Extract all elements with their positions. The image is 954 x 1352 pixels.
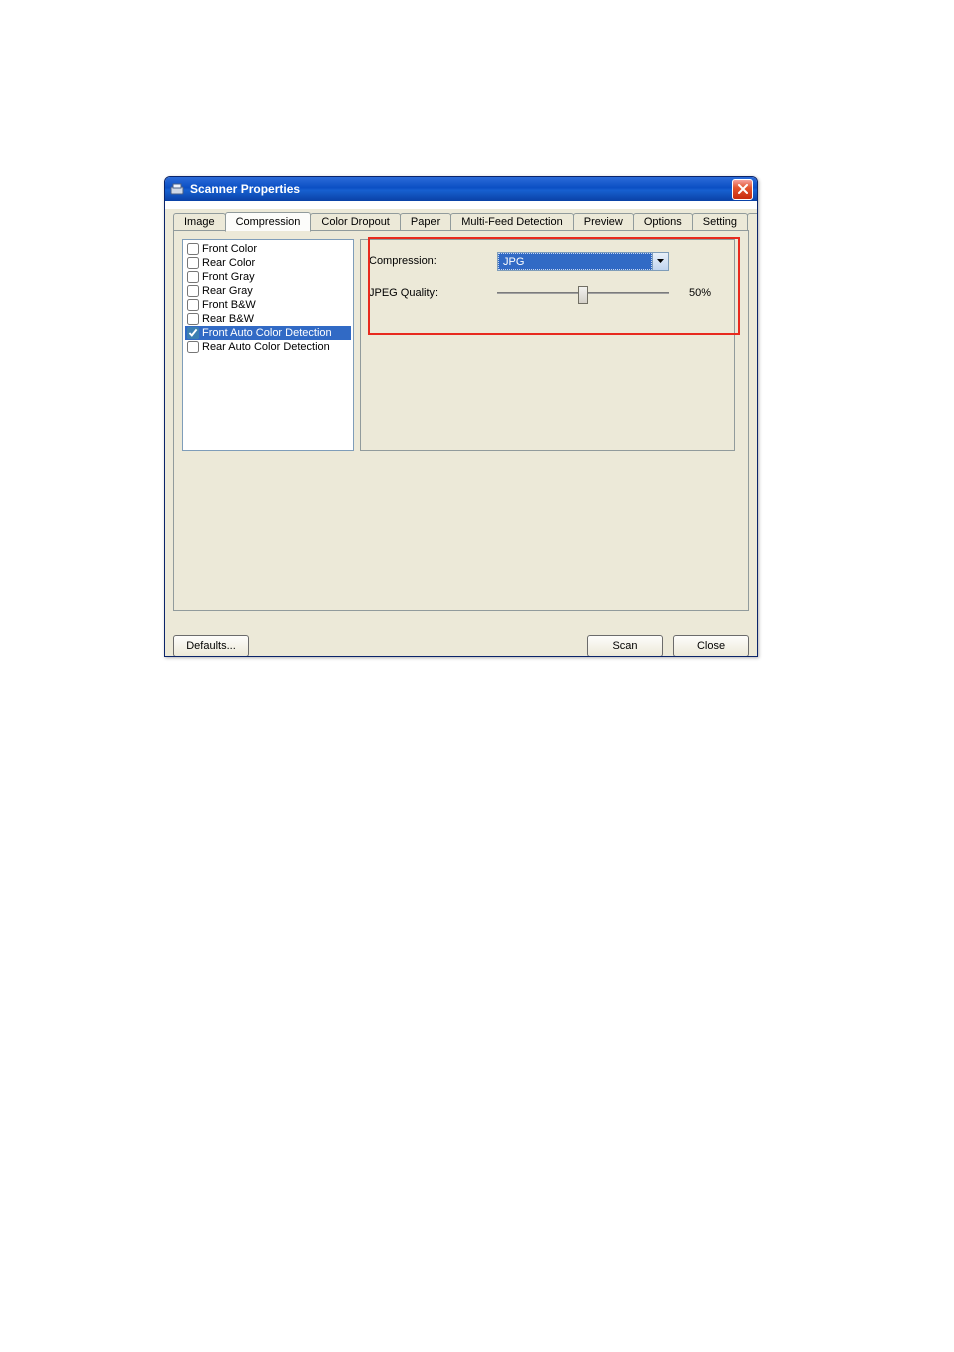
checkbox-rear-bw[interactable] bbox=[187, 313, 199, 325]
dialog-body: Image Compression Color Dropout Paper Mu… bbox=[165, 209, 757, 657]
checkbox-rear-auto-color[interactable] bbox=[187, 341, 199, 353]
tab-image[interactable]: Image bbox=[173, 213, 226, 231]
list-item-label: Front Color bbox=[202, 243, 257, 255]
chevron-down-icon[interactable] bbox=[652, 253, 668, 270]
jpeg-quality-value: 50% bbox=[689, 287, 711, 299]
compression-combo-value: JPG bbox=[498, 253, 652, 270]
scan-button[interactable]: Scan bbox=[587, 635, 663, 657]
checkbox-rear-color[interactable] bbox=[187, 257, 199, 269]
list-item-rear-color[interactable]: Rear Color bbox=[185, 256, 351, 270]
jpeg-quality-label: JPEG Quality: bbox=[369, 287, 497, 299]
list-item-rear-gray[interactable]: Rear Gray bbox=[185, 284, 351, 298]
titlebar: Scanner Properties bbox=[165, 177, 757, 201]
close-button[interactable]: Close bbox=[673, 635, 749, 657]
defaults-button[interactable]: Defaults... bbox=[173, 635, 249, 657]
list-item-label: Front Gray bbox=[202, 271, 255, 283]
tab-paper[interactable]: Paper bbox=[400, 213, 451, 231]
checkbox-front-color[interactable] bbox=[187, 243, 199, 255]
jpeg-quality-slider[interactable] bbox=[497, 283, 669, 303]
compression-combo[interactable]: JPG bbox=[497, 252, 669, 271]
list-item-front-gray[interactable]: Front Gray bbox=[185, 270, 351, 284]
list-item-label: Rear Gray bbox=[202, 285, 253, 297]
checkbox-front-bw[interactable] bbox=[187, 299, 199, 311]
checkbox-front-auto-color[interactable] bbox=[187, 327, 199, 339]
list-item-rear-auto-color[interactable]: Rear Auto Color Detection bbox=[185, 340, 351, 354]
window-title: Scanner Properties bbox=[190, 182, 300, 196]
tab-options[interactable]: Options bbox=[633, 213, 693, 231]
checkbox-front-gray[interactable] bbox=[187, 271, 199, 283]
tab-imprinter[interactable]: Imprinter bbox=[747, 213, 758, 231]
compression-label: Compression: bbox=[369, 255, 497, 267]
tab-preview[interactable]: Preview bbox=[573, 213, 634, 231]
scanner-properties-dialog: Scanner Properties Image Compression Col… bbox=[164, 176, 758, 657]
tab-color-dropout[interactable]: Color Dropout bbox=[310, 213, 400, 231]
tab-strip: Image Compression Color Dropout Paper Mu… bbox=[173, 209, 749, 231]
list-item-label: Rear B&W bbox=[202, 313, 254, 325]
tab-setting[interactable]: Setting bbox=[692, 213, 748, 231]
app-icon bbox=[169, 181, 185, 197]
checkbox-rear-gray[interactable] bbox=[187, 285, 199, 297]
tab-compression[interactable]: Compression bbox=[225, 212, 312, 232]
image-selection-list[interactable]: Front Color Rear Color Front Gray Rear G… bbox=[182, 239, 354, 451]
tab-panel-compression: Front Color Rear Color Front Gray Rear G… bbox=[173, 231, 749, 611]
list-item-label: Front B&W bbox=[202, 299, 256, 311]
list-item-front-bw[interactable]: Front B&W bbox=[185, 298, 351, 312]
tab-multi-feed[interactable]: Multi-Feed Detection bbox=[450, 213, 574, 231]
list-item-front-auto-color[interactable]: Front Auto Color Detection bbox=[185, 326, 351, 340]
list-item-label: Rear Color bbox=[202, 257, 255, 269]
list-item-label: Front Auto Color Detection bbox=[202, 327, 332, 339]
list-item-label: Rear Auto Color Detection bbox=[202, 341, 330, 353]
slider-thumb[interactable] bbox=[578, 286, 588, 304]
compression-settings-group: Compression: JPG JPEG Quality: 50% bbox=[360, 239, 735, 451]
list-item-front-color[interactable]: Front Color bbox=[185, 242, 351, 256]
dialog-button-row: Defaults... Scan Close bbox=[173, 631, 749, 657]
list-item-rear-bw[interactable]: Rear B&W bbox=[185, 312, 351, 326]
close-window-button[interactable] bbox=[732, 179, 753, 200]
